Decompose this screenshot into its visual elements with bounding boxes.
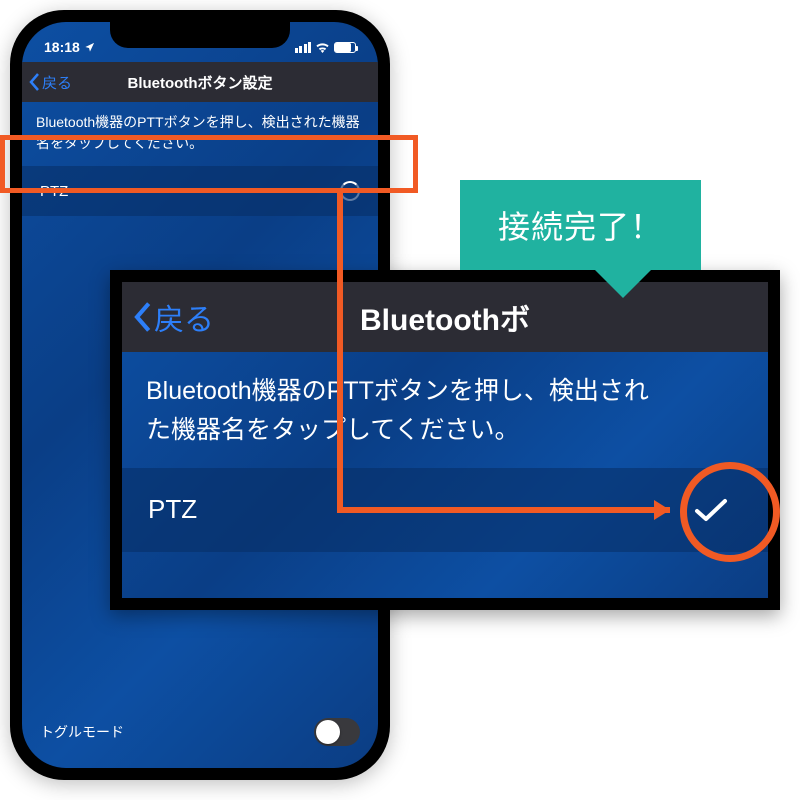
status-left: 18:18 bbox=[44, 39, 95, 55]
zoom-back-label: 戻る bbox=[154, 295, 214, 339]
toggle-row: トグルモード bbox=[22, 718, 378, 746]
location-icon bbox=[84, 42, 95, 53]
device-row[interactable]: PTZ bbox=[22, 166, 378, 216]
page-title: Bluetoothボタン設定 bbox=[128, 72, 273, 93]
status-right bbox=[295, 42, 357, 53]
device-name: PTZ bbox=[40, 183, 68, 200]
zoom-instructions-line1: Bluetooth機器のPTTボタンを押し、検出され bbox=[146, 377, 649, 405]
zoom-back-button[interactable]: 戻る bbox=[132, 282, 214, 352]
checkmark-icon bbox=[694, 497, 728, 523]
phone-notch bbox=[110, 22, 290, 48]
callout: 接続完了！ bbox=[460, 180, 701, 270]
zoom-instructions: Bluetooth機器のPTTボタンを押し、検出され た機器名をタップしてくださ… bbox=[122, 352, 768, 468]
signal-icon bbox=[295, 42, 312, 53]
zoom-page-title: Bluetoothボ bbox=[360, 295, 530, 339]
callout-tail-icon bbox=[593, 268, 653, 298]
chevron-left-icon bbox=[28, 72, 40, 92]
back-label: 戻る bbox=[42, 72, 72, 93]
status-time: 18:18 bbox=[44, 39, 80, 55]
zoom-nav-bar: 戻る Bluetoothボ bbox=[122, 282, 768, 352]
zoom-instructions-line2: た機器名をタップしてください。 bbox=[146, 416, 520, 444]
battery-icon bbox=[334, 42, 356, 53]
instructions-text: Bluetooth機器のPTTボタンを押し、検出された機器名をタップしてください… bbox=[22, 102, 378, 166]
chevron-left-icon bbox=[132, 299, 152, 335]
zoom-device-name: PTZ bbox=[148, 494, 197, 525]
toggle-switch[interactable] bbox=[314, 718, 360, 746]
nav-bar: 戻る Bluetoothボタン設定 bbox=[22, 62, 378, 102]
zoom-panel: 戻る Bluetoothボ Bluetooth機器のPTTボタンを押し、検出され… bbox=[110, 270, 780, 610]
back-button[interactable]: 戻る bbox=[28, 62, 72, 102]
toggle-label: トグルモード bbox=[40, 722, 124, 742]
wifi-icon bbox=[315, 42, 330, 53]
loading-spinner-icon bbox=[340, 181, 360, 201]
zoom-device-row[interactable]: PTZ bbox=[122, 468, 768, 552]
callout-text: 接続完了！ bbox=[460, 180, 701, 270]
